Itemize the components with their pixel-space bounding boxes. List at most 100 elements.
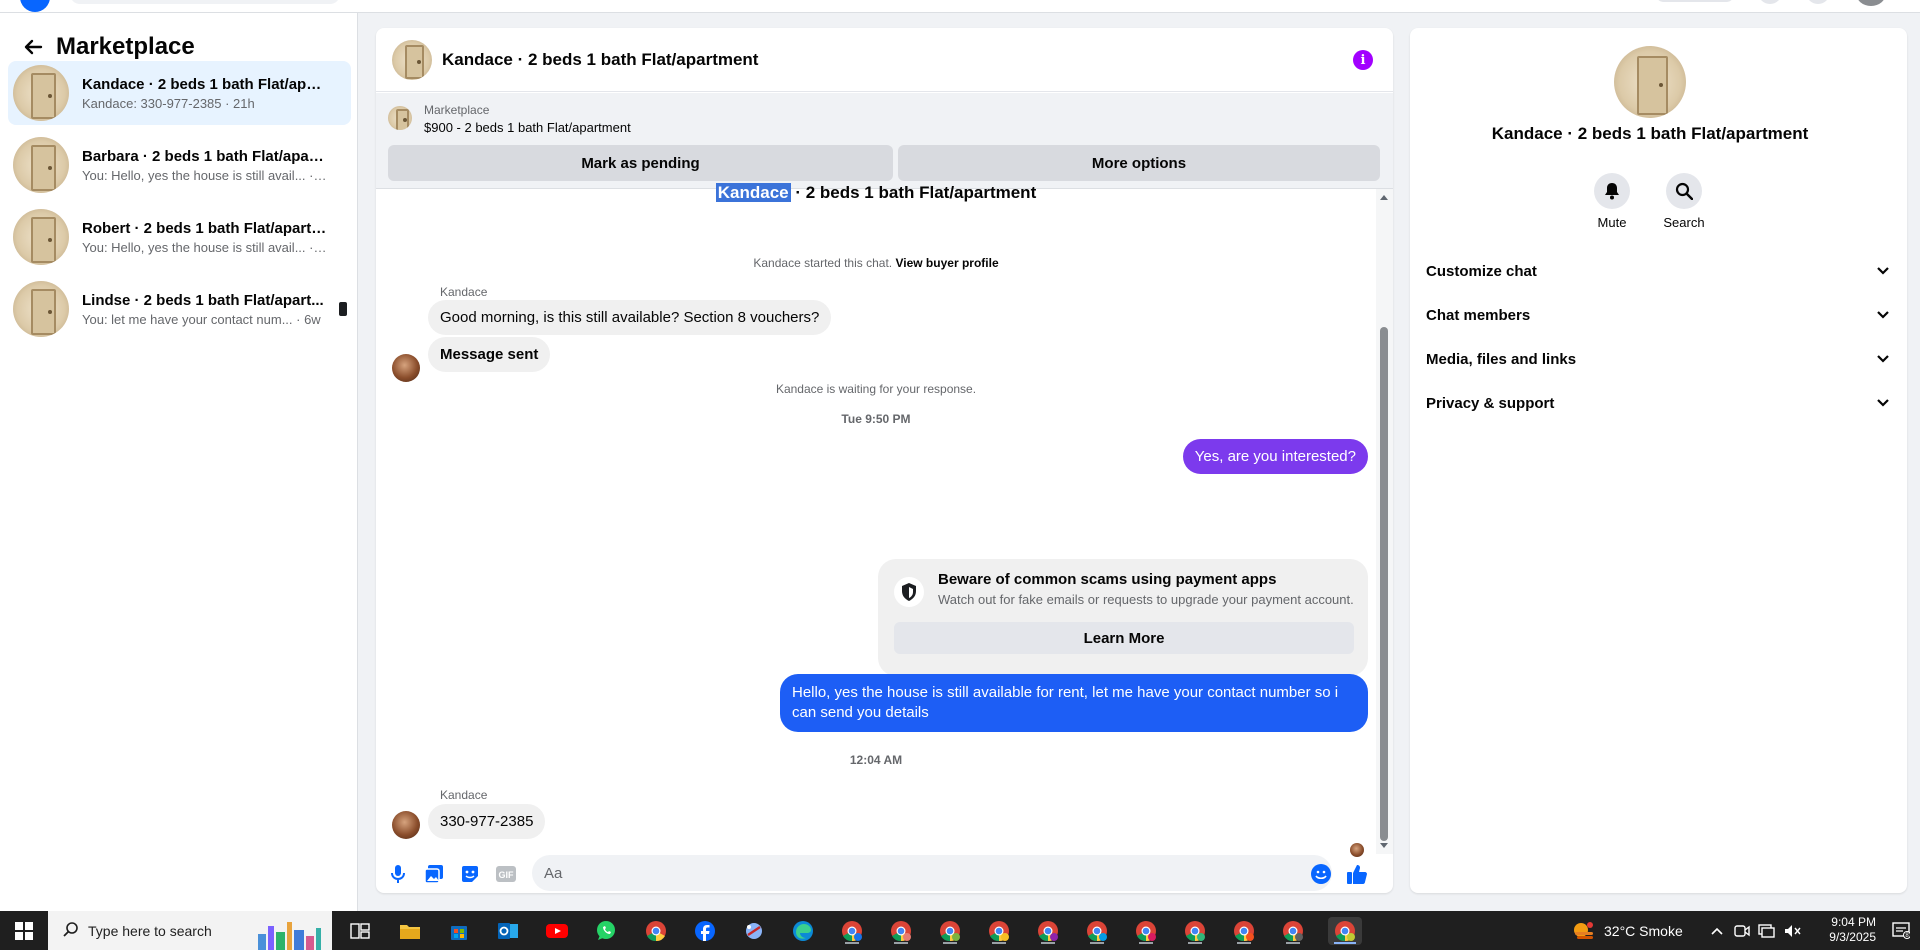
chrome-profile-icon[interactable]: [1181, 917, 1209, 945]
taskbar-search-box[interactable]: Type here to search: [48, 911, 332, 950]
chrome-profile-icon-active[interactable]: [1328, 917, 1362, 945]
facebook-icon[interactable]: [691, 917, 719, 945]
youtube-icon[interactable]: [543, 917, 571, 945]
network-icon[interactable]: [1758, 923, 1776, 938]
conversation-name: Lindse · 2 beds 1 bath Flat/apart...: [82, 291, 324, 309]
row-label: Media, files and links: [1426, 350, 1577, 368]
conversation-item[interactable]: Robert · 2 beds 1 bath Flat/apartm... Yo…: [8, 205, 351, 269]
meet-now-icon[interactable]: [1734, 924, 1750, 938]
scrollbar[interactable]: [1376, 189, 1393, 854]
running-indicator: [1188, 942, 1202, 944]
listing-price-title[interactable]: $900 - 2 beds 1 bath Flat/apartment: [424, 120, 631, 135]
sticker-icon[interactable]: [458, 862, 482, 886]
mark-as-pending-button[interactable]: Mark as pending: [388, 145, 893, 181]
conversation-snippet: You: Hello, yes the house is still avail…: [82, 239, 327, 255]
listing-thumbnail[interactable]: [388, 106, 412, 130]
scam-warning-description: Watch out for fake emails or requests to…: [938, 592, 1354, 607]
volume-muted-icon[interactable]: [1784, 924, 1802, 938]
chrome-profile-icon[interactable]: [1279, 917, 1307, 945]
search-icon[interactable]: [1666, 173, 1702, 209]
media-files-links-row[interactable]: Media, files and links: [1426, 341, 1890, 377]
search-button[interactable]: Search: [1654, 173, 1714, 230]
clock-time: 9:04 PM: [1831, 915, 1876, 929]
microsoft-store-icon[interactable]: [445, 917, 473, 945]
file-explorer-icon[interactable]: [396, 917, 424, 945]
conversation-item[interactable]: Barbara · 2 beds 1 bath Flat/apart... Yo…: [8, 133, 351, 197]
snipping-tool-icon[interactable]: [740, 917, 768, 945]
bell-icon[interactable]: [1594, 173, 1630, 209]
listing-banner: Marketplace $900 - 2 beds 1 bath Flat/ap…: [376, 93, 1393, 189]
edge-icon[interactable]: [789, 917, 817, 945]
chrome-profile-icon[interactable]: [887, 917, 915, 945]
back-arrow-icon[interactable]: [18, 32, 48, 62]
chrome-profile-icon[interactable]: [936, 917, 964, 945]
sender-name: Kandace: [440, 285, 488, 299]
message-thread: Kandace · 2 beds 1 bath Flat/apartment K…: [376, 183, 1376, 857]
more-options-button[interactable]: More options: [898, 145, 1380, 181]
task-view-icon[interactable]: [346, 917, 374, 945]
incoming-message[interactable]: Good morning, is this still available? S…: [428, 300, 832, 335]
customize-chat-row[interactable]: Customize chat: [1426, 253, 1890, 289]
chevron-down-icon: [1877, 355, 1889, 363]
chevron-up-icon[interactable]: [1710, 926, 1724, 936]
waiting-note: Kandace is waiting for your response.: [775, 382, 977, 396]
windows-taskbar: Type here to search 32°C Smoke 9:04 PM 9…: [0, 911, 1920, 950]
chrome-profile-icon[interactable]: [985, 917, 1013, 945]
chevron-down-icon: [1877, 311, 1889, 319]
whatsapp-icon[interactable]: [592, 917, 620, 945]
facebook-search-stub[interactable]: [70, 0, 340, 4]
mute-button[interactable]: Mute: [1582, 173, 1642, 230]
chrome-profile-icon[interactable]: [1083, 917, 1111, 945]
outgoing-message[interactable]: Yes, are you interested?: [1182, 439, 1368, 474]
scroll-down-arrow-icon[interactable]: [1380, 843, 1388, 848]
chevron-down-icon: [1877, 267, 1889, 275]
system-clock[interactable]: 9:04 PM 9/3/2025: [1829, 915, 1876, 945]
photo-icon[interactable]: [422, 862, 446, 886]
notification-center-icon[interactable]: 8: [1892, 921, 1910, 939]
search-highlight-illustration-icon: [258, 922, 321, 950]
chrome-profile-icon[interactable]: [838, 917, 866, 945]
learn-more-button[interactable]: Learn More: [894, 622, 1354, 654]
scrollbar-thumb[interactable]: [1380, 327, 1388, 841]
outlook-icon[interactable]: [494, 917, 522, 945]
thumbs-up-icon[interactable]: [1345, 862, 1369, 886]
profile-avatar[interactable]: [1856, 0, 1886, 6]
privacy-support-row[interactable]: Privacy & support: [1426, 385, 1890, 421]
conversation-snippet: You: let me have your contact num... · 6…: [82, 311, 321, 327]
chrome-profile-icon[interactable]: [1132, 917, 1160, 945]
conversation-item[interactable]: Lindse · 2 beds 1 bath Flat/apart... You…: [8, 277, 351, 341]
gif-icon[interactable]: GIF: [494, 862, 518, 886]
running-indicator: [1041, 942, 1055, 944]
microphone-icon[interactable]: [386, 862, 410, 886]
emoji-icon[interactable]: [1309, 862, 1333, 886]
windows-start-icon[interactable]: [0, 911, 48, 950]
listing-thumbnail[interactable]: [392, 39, 432, 80]
conversation-item[interactable]: Kandace · 2 beds 1 bath Flat/apart... Ka…: [8, 61, 351, 125]
message-input[interactable]: [532, 855, 1332, 891]
chrome-profile-icon[interactable]: [1230, 917, 1258, 945]
incoming-message[interactable]: 330-977-2385: [428, 804, 546, 839]
notifications-icon[interactable]: [1806, 0, 1830, 4]
top-nav-button[interactable]: [1655, 0, 1735, 2]
chrome-profile-icon[interactable]: [1034, 917, 1062, 945]
view-buyer-profile-link[interactable]: View buyer profile: [895, 256, 998, 270]
weather-widget[interactable]: 32°C Smoke: [1572, 911, 1683, 950]
sender-name: Kandace: [440, 788, 488, 802]
listing-thumbnail[interactable]: [1614, 46, 1686, 118]
running-indicator: [1090, 942, 1104, 944]
clock-date: 9/3/2025: [1829, 930, 1876, 944]
chat-title[interactable]: Kandace · 2 beds 1 bath Flat/apartment: [442, 50, 758, 70]
conversation-name: Robert · 2 beds 1 bath Flat/apartm...: [82, 219, 327, 237]
scroll-up-arrow-icon[interactable]: [1380, 195, 1388, 200]
chat-members-row[interactable]: Chat members: [1426, 297, 1890, 333]
facebook-logo-icon[interactable]: [20, 0, 50, 12]
incoming-message[interactable]: Message sent: [428, 337, 551, 372]
menu-icon[interactable]: [1758, 0, 1782, 4]
avatar[interactable]: [392, 354, 420, 382]
weather-text: 32°C Smoke: [1604, 922, 1683, 939]
outgoing-message[interactable]: Hello, yes the house is still available …: [780, 674, 1368, 732]
running-indicator: [1334, 942, 1356, 944]
info-icon[interactable]: i: [1353, 50, 1373, 70]
chrome-icon[interactable]: [642, 917, 670, 945]
avatar[interactable]: [392, 811, 420, 839]
